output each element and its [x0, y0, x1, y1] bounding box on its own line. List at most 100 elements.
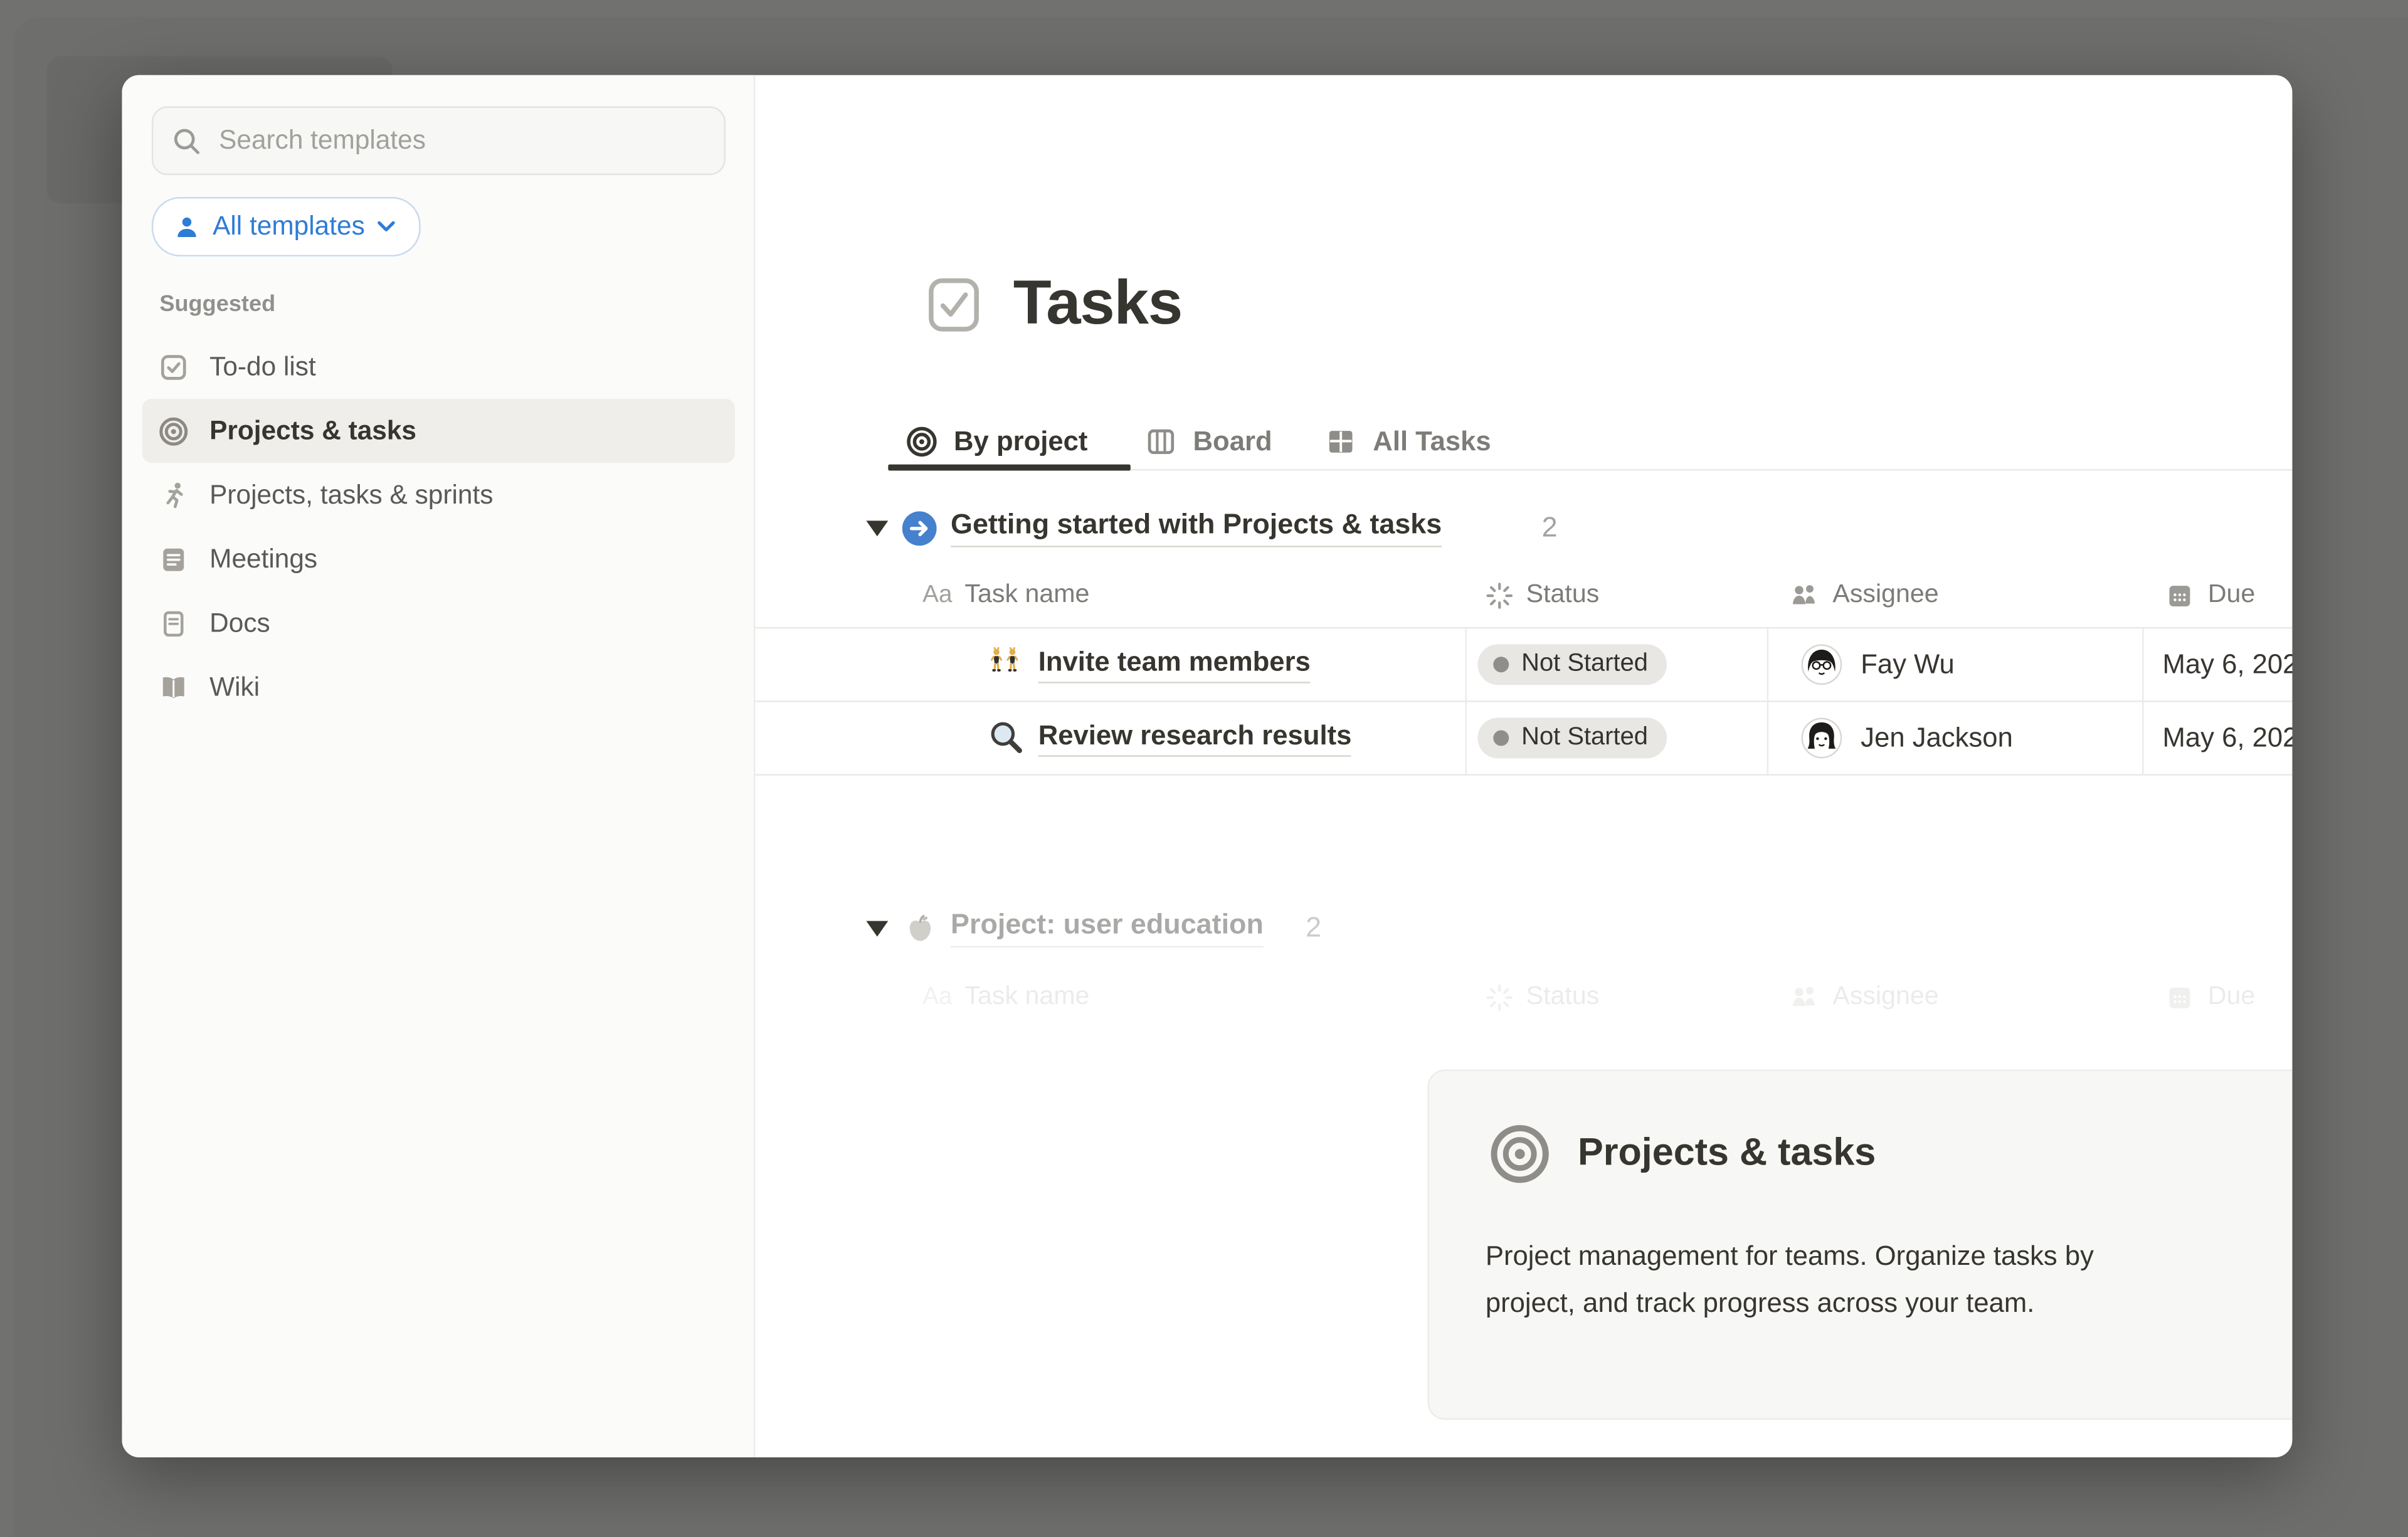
card-title: Projects & tasks [1578, 1132, 1876, 1176]
tab-all-tasks[interactable]: All Tasks [1324, 411, 1491, 471]
table-row: Review research results Not Started Jen … [755, 700, 2292, 776]
column-label: Due [2208, 982, 2256, 1011]
group-header-getting-started: Getting started with Projects & tasks 2 [755, 507, 2292, 551]
status-label: Not Started [1521, 650, 1648, 678]
target-icon [1489, 1122, 1551, 1185]
target-icon [906, 425, 938, 457]
column-task-name: Aa Task name [922, 964, 1089, 1028]
status-label: Not Started [1521, 723, 1648, 751]
apple-emoji [902, 912, 937, 946]
spinner-icon [1486, 581, 1514, 609]
table-row: Invite team members Not Started Fay Wu M… [755, 627, 2292, 702]
sidebar-item-projects-tasks-sprints[interactable]: Projects, tasks & sprints [142, 463, 735, 527]
task-link[interactable]: Invite team members [1038, 645, 1311, 683]
template-gallery-modal: All templates Suggested To-do list [122, 75, 2292, 1457]
sidebar-item-docs[interactable]: Docs [142, 591, 735, 655]
sidebar-item-label: Meetings [209, 543, 317, 574]
column-due[interactable]: Due [2164, 563, 2255, 627]
group-title[interactable]: Project: user education [951, 909, 1264, 948]
sidebar: All templates Suggested To-do list [122, 75, 755, 1457]
checkbox-icon [924, 275, 984, 334]
docs-icon [158, 608, 189, 639]
sidebar-item-wiki[interactable]: Wiki [142, 655, 735, 719]
due-date[interactable]: May 6, 202 [2163, 721, 2293, 754]
group-count: 2 [1542, 511, 1558, 544]
meeting-notes-icon [158, 543, 189, 574]
collapse-triangle-icon[interactable] [866, 520, 888, 536]
runner-icon [158, 479, 189, 510]
assignee-name[interactable]: Jen Jackson [1861, 721, 2013, 754]
sidebar-item-meetings[interactable]: Meetings [142, 527, 735, 591]
chevron-down-icon [378, 221, 396, 233]
text-Aa-icon: Aa [922, 581, 952, 609]
column-divider [1767, 627, 1768, 774]
table-column-headers-faded: Aa Task name Status Assignee [755, 964, 2292, 1028]
card-header: Projects & tasks [1489, 1122, 1876, 1185]
blue-arrow-circle-icon [902, 511, 937, 546]
status-badge[interactable]: Not Started [1477, 717, 1667, 758]
column-label: Assignee [1832, 580, 1938, 610]
search-templates-field[interactable] [152, 107, 726, 176]
sidebar-item-label: Docs [209, 608, 270, 639]
tab-by-project[interactable]: By project [906, 411, 1088, 471]
task-link[interactable]: Review research results [1038, 719, 1352, 756]
column-label: Task name [964, 982, 1089, 1011]
column-status[interactable]: Status [1486, 563, 1599, 627]
grid-table-icon [1324, 425, 1357, 457]
due-date[interactable]: May 6, 202 [2163, 647, 2293, 680]
spinner-icon [1486, 983, 1514, 1011]
todo-checkbox-icon [158, 351, 189, 383]
sidebar-item-projects-tasks[interactable]: Projects & tasks [142, 399, 735, 463]
avatar [1802, 643, 1842, 684]
people-icon [1789, 579, 1820, 611]
assignee-name[interactable]: Fay Wu [1861, 647, 1955, 680]
column-assignee: Assignee [1789, 964, 1939, 1028]
person-icon [174, 213, 200, 240]
template-preview: Tasks By project Board All Tasks [755, 75, 2292, 1457]
collapse-triangle-icon[interactable] [866, 921, 888, 937]
magnifier-emoji [986, 717, 1027, 758]
all-templates-filter[interactable]: All templates [152, 197, 421, 256]
column-task-name[interactable]: Aa Task name [922, 563, 1089, 627]
template-info-card: Projects & tasks Project management for … [1428, 1070, 2293, 1420]
column-assignee[interactable]: Assignee [1789, 563, 1939, 627]
calendar-icon [2164, 981, 2195, 1013]
column-due: Due [2164, 964, 2255, 1028]
column-label: Status [1526, 982, 1600, 1011]
status-badge[interactable]: Not Started [1477, 643, 1667, 684]
dancers-emoji [986, 643, 1027, 684]
search-input[interactable] [216, 124, 705, 158]
group-header-user-education: Project: user education 2 [755, 907, 2292, 951]
page-title: Tasks [1013, 269, 1182, 339]
filter-label: All templates [213, 211, 365, 243]
sidebar-item-label: Projects, tasks & sprints [209, 479, 493, 510]
text-Aa-icon: Aa [922, 983, 952, 1011]
tab-label: By project [954, 425, 1087, 457]
column-label: Status [1526, 580, 1600, 610]
people-icon [1789, 981, 1820, 1013]
calendar-icon [2164, 579, 2195, 611]
sidebar-item-todo-list[interactable]: To-do list [142, 335, 735, 399]
status-dot-icon [1493, 729, 1509, 745]
screen: All templates Suggested To-do list [0, 0, 2408, 1506]
tab-board[interactable]: Board [1144, 411, 1272, 471]
tab-label: Board [1193, 425, 1272, 457]
column-label: Task name [964, 580, 1089, 610]
column-divider [2142, 627, 2143, 774]
column-divider [1465, 627, 1466, 774]
status-dot-icon [1493, 656, 1509, 672]
group-title[interactable]: Getting started with Projects & tasks [951, 508, 1442, 547]
board-icon [1144, 425, 1177, 457]
sidebar-section-label: Suggested [159, 292, 275, 317]
target-icon [158, 415, 189, 446]
sidebar-item-label: Projects & tasks [209, 415, 416, 446]
sidebar-nav: To-do list Projects & tasks Projects, ta… [142, 335, 735, 719]
active-tab-underline [888, 465, 1130, 471]
search-icon [172, 126, 201, 156]
sidebar-item-label: To-do list [209, 351, 316, 383]
column-status: Status [1486, 964, 1599, 1028]
page-title-row: Tasks [924, 269, 1182, 339]
column-label: Due [2208, 580, 2256, 610]
group-count: 2 [1306, 912, 1321, 944]
tab-label: All Tasks [1373, 425, 1491, 457]
